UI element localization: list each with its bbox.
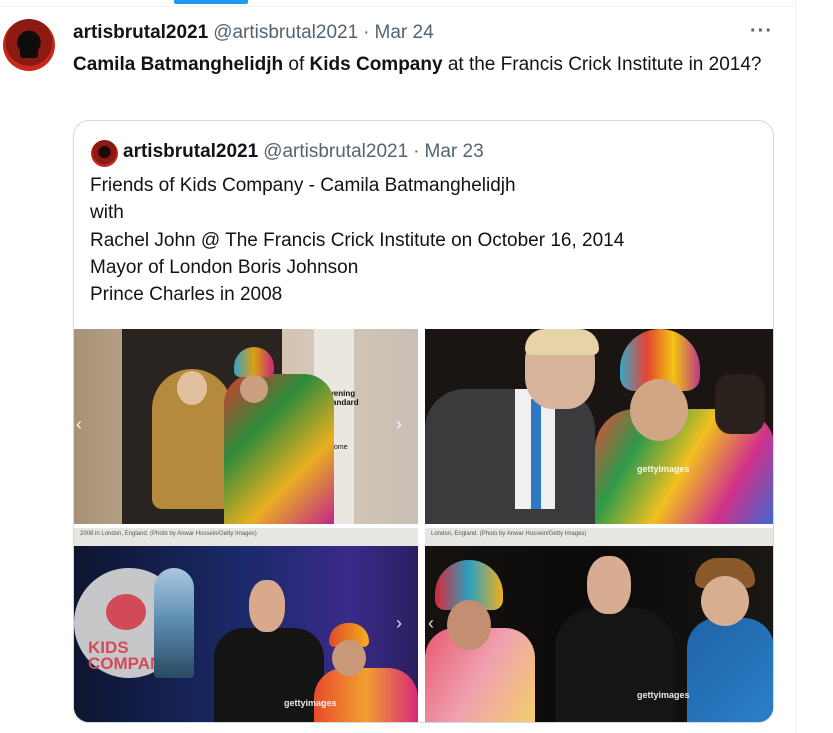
more-horizontal-icon[interactable]: ··· <box>750 20 773 43</box>
active-tab-indicator <box>174 0 248 4</box>
photo-caption: London, England. (Photo by Anwar Hussein… <box>425 528 773 546</box>
quoted-text: Friends of Kids Company - Camila Batmang… <box>90 172 624 308</box>
divider <box>0 6 795 7</box>
watermark: gettyimages <box>637 690 690 700</box>
chevron-right-icon[interactable]: › <box>396 613 402 634</box>
quoted-line: Prince Charles in 2008 <box>90 284 283 306</box>
quoted-avatar[interactable] <box>91 140 118 167</box>
quoted-line: Mayor of London Boris Johnson <box>90 256 359 278</box>
quoted-header: artisbrutal2021 @artisbrutal2021 · Mar 2… <box>123 141 484 163</box>
quoted-line: Friends of Kids Company - Camila Batmang… <box>90 175 516 196</box>
quoted-author-name[interactable]: artisbrutal2021 <box>123 141 258 163</box>
quoted-author-handle[interactable]: @artisbrutal2021 <box>263 141 408 163</box>
chevron-left-icon[interactable]: ‹ <box>428 613 434 634</box>
tweet-text: Camila Batmanghelidjh of Kids Company at… <box>73 52 778 78</box>
chevron-left-icon[interactable]: ‹ <box>76 414 82 435</box>
author-name[interactable]: artisbrutal2021 <box>73 22 208 44</box>
quoted-date[interactable]: Mar 23 <box>425 141 484 163</box>
tweet-text-part: at the Francis Crick Institute in 2014? <box>442 54 762 75</box>
photo-4[interactable]: London, England. (Photo by Anwar Hussein… <box>425 528 773 722</box>
quoted-tweet[interactable]: artisbrutal2021 @artisbrutal2021 · Mar 2… <box>73 120 774 723</box>
mention-name: Camila Batmanghelidjh <box>73 54 284 75</box>
quoted-line: Rachel John @ The Francis Crick Institut… <box>90 229 625 251</box>
photo-1[interactable]: Evening Standard welcome ‹ › <box>74 329 418 524</box>
author-handle[interactable]: @artisbrutal2021 <box>213 22 358 44</box>
tweet-text-part: of <box>283 54 310 75</box>
photo-caption: 2008 in London, England. (Photo by Anwar… <box>74 528 418 546</box>
org-name: Kids Company <box>309 54 443 75</box>
column-border <box>795 0 796 733</box>
tweet-header: artisbrutal2021 @artisbrutal2021 · Mar 2… <box>73 22 434 44</box>
quoted-line: with <box>90 202 124 224</box>
watermark: gettyimages <box>637 464 690 474</box>
separator-dot: · <box>413 141 420 162</box>
watermark: gettyimages <box>284 698 337 708</box>
avatar[interactable] <box>3 19 55 71</box>
photo-2[interactable]: gettyimages <box>425 329 773 524</box>
chevron-right-icon[interactable]: › <box>396 414 402 435</box>
tweet-date[interactable]: Mar 24 <box>375 22 434 44</box>
separator-dot: · <box>363 22 370 43</box>
photo-3[interactable]: 2008 in London, England. (Photo by Anwar… <box>74 528 418 722</box>
